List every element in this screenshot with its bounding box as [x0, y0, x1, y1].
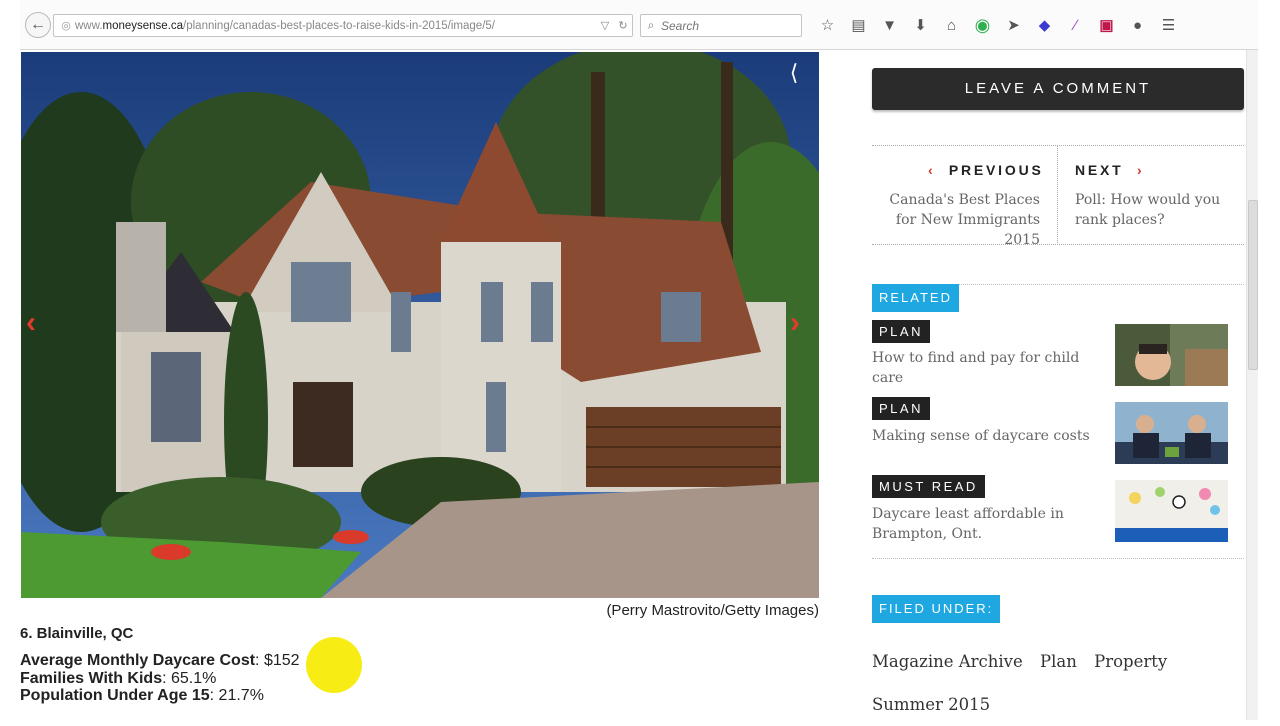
- back-button[interactable]: ←: [25, 12, 51, 38]
- green-extension-icon[interactable]: ◉: [967, 14, 998, 36]
- stat-label: Population Under Age 15: [20, 687, 210, 704]
- nav-divider: [1057, 146, 1058, 245]
- daycare-room-photo-thumbnail: [1115, 480, 1228, 542]
- photo-caption: 6. Blainville, QC Average Monthly Daycar…: [20, 625, 580, 705]
- tag-link[interactable]: Magazine Archive: [872, 652, 1023, 671]
- city-title: 6. Blainville, QC: [20, 625, 134, 642]
- window-edge-right: [1258, 0, 1280, 720]
- filed-under-label: FILED UNDER:: [872, 595, 1001, 623]
- related-category-badge[interactable]: PLAN: [872, 397, 930, 420]
- chevron-right-icon: ›: [1136, 162, 1145, 178]
- bookmark-star-icon[interactable]: ☆: [812, 14, 843, 36]
- photo-credit: (Perry Mastrovito/Getty Images): [606, 602, 819, 619]
- search-icon: ⌕: [647, 18, 655, 32]
- reload-icon[interactable]: ↻: [614, 19, 632, 32]
- stat-label: Families With Kids: [20, 669, 163, 687]
- reading-list-icon[interactable]: ▤: [843, 14, 874, 36]
- gallery-photo: [21, 52, 819, 598]
- next-link[interactable]: NEXT ›: [1075, 162, 1144, 178]
- share-icon[interactable]: ⟨: [780, 60, 808, 86]
- tag-list: Magazine Archive Plan Property Summer 20…: [872, 640, 1244, 726]
- related-thumbnail[interactable]: [1115, 402, 1228, 464]
- tag-link[interactable]: Property: [1094, 652, 1167, 671]
- related-label: RELATED: [872, 284, 959, 312]
- address-bar[interactable]: ◎ www.moneysense.ca/planning/canadas-bes…: [53, 14, 633, 37]
- url-text: www.moneysense.ca/planning/canadas-best-…: [75, 19, 495, 32]
- stat-value: : $152: [255, 652, 300, 669]
- search-input[interactable]: [661, 18, 791, 33]
- related-article-title[interactable]: Making sense of daycare costs: [872, 426, 1108, 446]
- related-category-badge[interactable]: MUST READ: [872, 475, 985, 498]
- site-info-icon[interactable]: ◎: [57, 19, 75, 32]
- tv-hosts-photo-thumbnail: [1115, 402, 1228, 464]
- stat-value: : 65.1%: [162, 669, 217, 687]
- chat-icon[interactable]: ●: [1122, 14, 1153, 36]
- browser-toolbar: ← ◎ www.moneysense.ca/planning/canadas-b…: [20, 0, 1258, 50]
- previous-article-title[interactable]: Canada's Best Places for New Immigrants …: [872, 190, 1040, 250]
- stat-value: : 21.7%: [209, 687, 264, 704]
- shield-extension-icon[interactable]: ◆: [1029, 14, 1060, 36]
- pocket-icon[interactable]: ▼: [874, 14, 905, 36]
- stat-population-under-15: Population Under Age 15: 21.7%: [20, 687, 580, 705]
- previous-next-nav: ‹ PREVIOUS NEXT › Canada's Best Places f…: [872, 145, 1245, 248]
- downloads-icon[interactable]: ⬇: [905, 14, 936, 36]
- tag-link[interactable]: Plan: [1040, 652, 1077, 671]
- divider: [872, 558, 1244, 559]
- next-article-title[interactable]: Poll: How would you rank places?: [1075, 190, 1245, 230]
- s-extension-icon[interactable]: ▣: [1091, 14, 1122, 36]
- next-image-arrow-icon[interactable]: ›: [790, 306, 800, 340]
- scrollbar-track[interactable]: [1246, 50, 1258, 720]
- toolbar-icons: ☆ ▤ ▼ ⬇ ⌂ ◉ ➤ ◆ ∕ ▣ ● ☰: [812, 14, 1184, 36]
- related-article-title[interactable]: How to find and pay for child care: [872, 348, 1108, 388]
- related-category-badge[interactable]: PLAN: [872, 320, 930, 343]
- stat-families-with-kids: Families With Kids: 65.1%: [20, 670, 580, 688]
- menu-icon[interactable]: ☰: [1153, 14, 1184, 36]
- back-arrow-icon: ←: [30, 16, 46, 33]
- search-box[interactable]: ⌕: [640, 14, 802, 37]
- stat-label: Average Monthly Daycare Cost: [20, 652, 256, 669]
- chevron-left-icon: ‹: [928, 162, 936, 178]
- stat-daycare-cost: Average Monthly Daycare Cost: $152: [20, 652, 580, 670]
- previous-image-arrow-icon[interactable]: ‹: [26, 306, 36, 340]
- related-thumbnail[interactable]: [1115, 480, 1228, 542]
- child-photo-thumbnail: [1115, 324, 1228, 386]
- tag-link[interactable]: Summer 2015: [872, 695, 990, 714]
- window-edge-left: [0, 0, 20, 720]
- url-dropdown-icon[interactable]: ▽: [596, 19, 614, 32]
- house-photo-illustration: [21, 52, 819, 598]
- scrollbar-thumb[interactable]: [1248, 200, 1258, 370]
- related-article-title[interactable]: Daycare least affordable in Brampton, On…: [872, 504, 1108, 544]
- leave-comment-button[interactable]: LEAVE A COMMENT: [872, 68, 1244, 110]
- feather-extension-icon[interactable]: ∕: [1060, 14, 1091, 36]
- previous-link[interactable]: ‹ PREVIOUS: [928, 162, 1044, 178]
- home-icon[interactable]: ⌂: [936, 14, 967, 36]
- related-thumbnail[interactable]: [1115, 324, 1228, 386]
- send-icon[interactable]: ➤: [998, 14, 1029, 36]
